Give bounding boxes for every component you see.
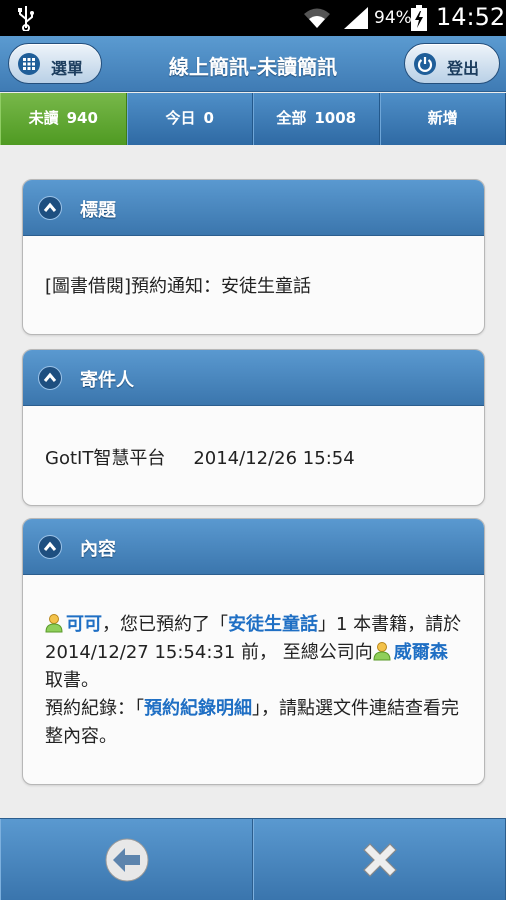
subject-text: [圖書借閱]預約通知：安徒生童話 (45, 276, 312, 297)
app-header: 選單 線上簡訊-未讀簡訊 登出 (0, 36, 506, 92)
subject-heading: 標題 (80, 200, 116, 221)
power-icon (414, 53, 436, 75)
sender-heading: 寄件人 (80, 370, 134, 391)
message-body: 可可，您已預約了「安徒生童話」1 本書籍，請於 2014/12/27 15:54… (23, 575, 484, 751)
reservation-record-link[interactable]: 預約紀錄明細 (144, 698, 252, 719)
battery-percent: 94% (374, 8, 412, 28)
filter-tabs: 未讀 940 今日 0 全部 1008 新增 (0, 93, 506, 145)
sender-name: GotIT智慧平台 (45, 448, 166, 469)
chevron-up-icon (38, 196, 62, 220)
tab-count: 1008 (314, 109, 357, 127)
user-name-link[interactable]: 可可 (66, 614, 102, 635)
tab-label: 新增 (427, 109, 458, 127)
book-title-link[interactable]: 安徒生童話 (228, 614, 318, 635)
signal-icon (344, 7, 368, 29)
sender-card: 寄件人 GotIT智慧平台 2014/12/26 15:54 (22, 349, 485, 506)
close-icon (362, 842, 397, 877)
tab-label: 今日 (165, 109, 196, 127)
clock: 14:52 (436, 3, 506, 31)
message-text-1: ，您已預約了「 (102, 614, 228, 635)
close-button[interactable] (253, 819, 506, 900)
message-text-4: 預約紀錄：「 (45, 698, 144, 719)
wifi-icon (304, 8, 330, 28)
status-bar: 94% 14:52 (0, 0, 506, 36)
tab-new[interactable]: 新增 (379, 93, 506, 145)
chevron-up-icon (38, 535, 62, 559)
subject-card-header[interactable]: 標題 (23, 180, 484, 236)
usb-icon (18, 6, 34, 31)
content-card: 內容 可可，您已預約了「安徒生童話」1 本書籍，請於 2014/12/27 15… (22, 518, 485, 785)
tab-count: 940 (66, 109, 98, 127)
battery-charging-icon (411, 5, 427, 31)
subject-card: 標題 [圖書借閱]預約通知：安徒生童話 (22, 179, 485, 335)
back-button[interactable] (0, 819, 253, 900)
tab-today[interactable]: 今日 0 (126, 93, 253, 145)
user-icon (45, 614, 63, 633)
staff-name-link[interactable]: 威爾森 (394, 642, 448, 663)
back-arrow-icon (105, 838, 148, 881)
content-card-header[interactable]: 內容 (23, 519, 484, 575)
user-icon (373, 642, 391, 661)
logout-label: 登出 (447, 59, 480, 78)
sender-card-header[interactable]: 寄件人 (23, 350, 484, 406)
sent-date: 2014/12/26 15:54 (193, 448, 355, 469)
content-heading: 內容 (80, 539, 116, 560)
message-text-3: 取書。 (45, 670, 99, 691)
tab-unread[interactable]: 未讀 940 (0, 93, 127, 145)
logout-button[interactable]: 登出 (404, 43, 500, 84)
bottom-toolbar (0, 818, 506, 900)
tab-all[interactable]: 全部 1008 (253, 93, 380, 145)
tab-count: 0 (203, 109, 214, 127)
chevron-up-icon (38, 366, 62, 390)
tab-label: 未讀 (28, 109, 59, 127)
tab-label: 全部 (276, 109, 307, 127)
